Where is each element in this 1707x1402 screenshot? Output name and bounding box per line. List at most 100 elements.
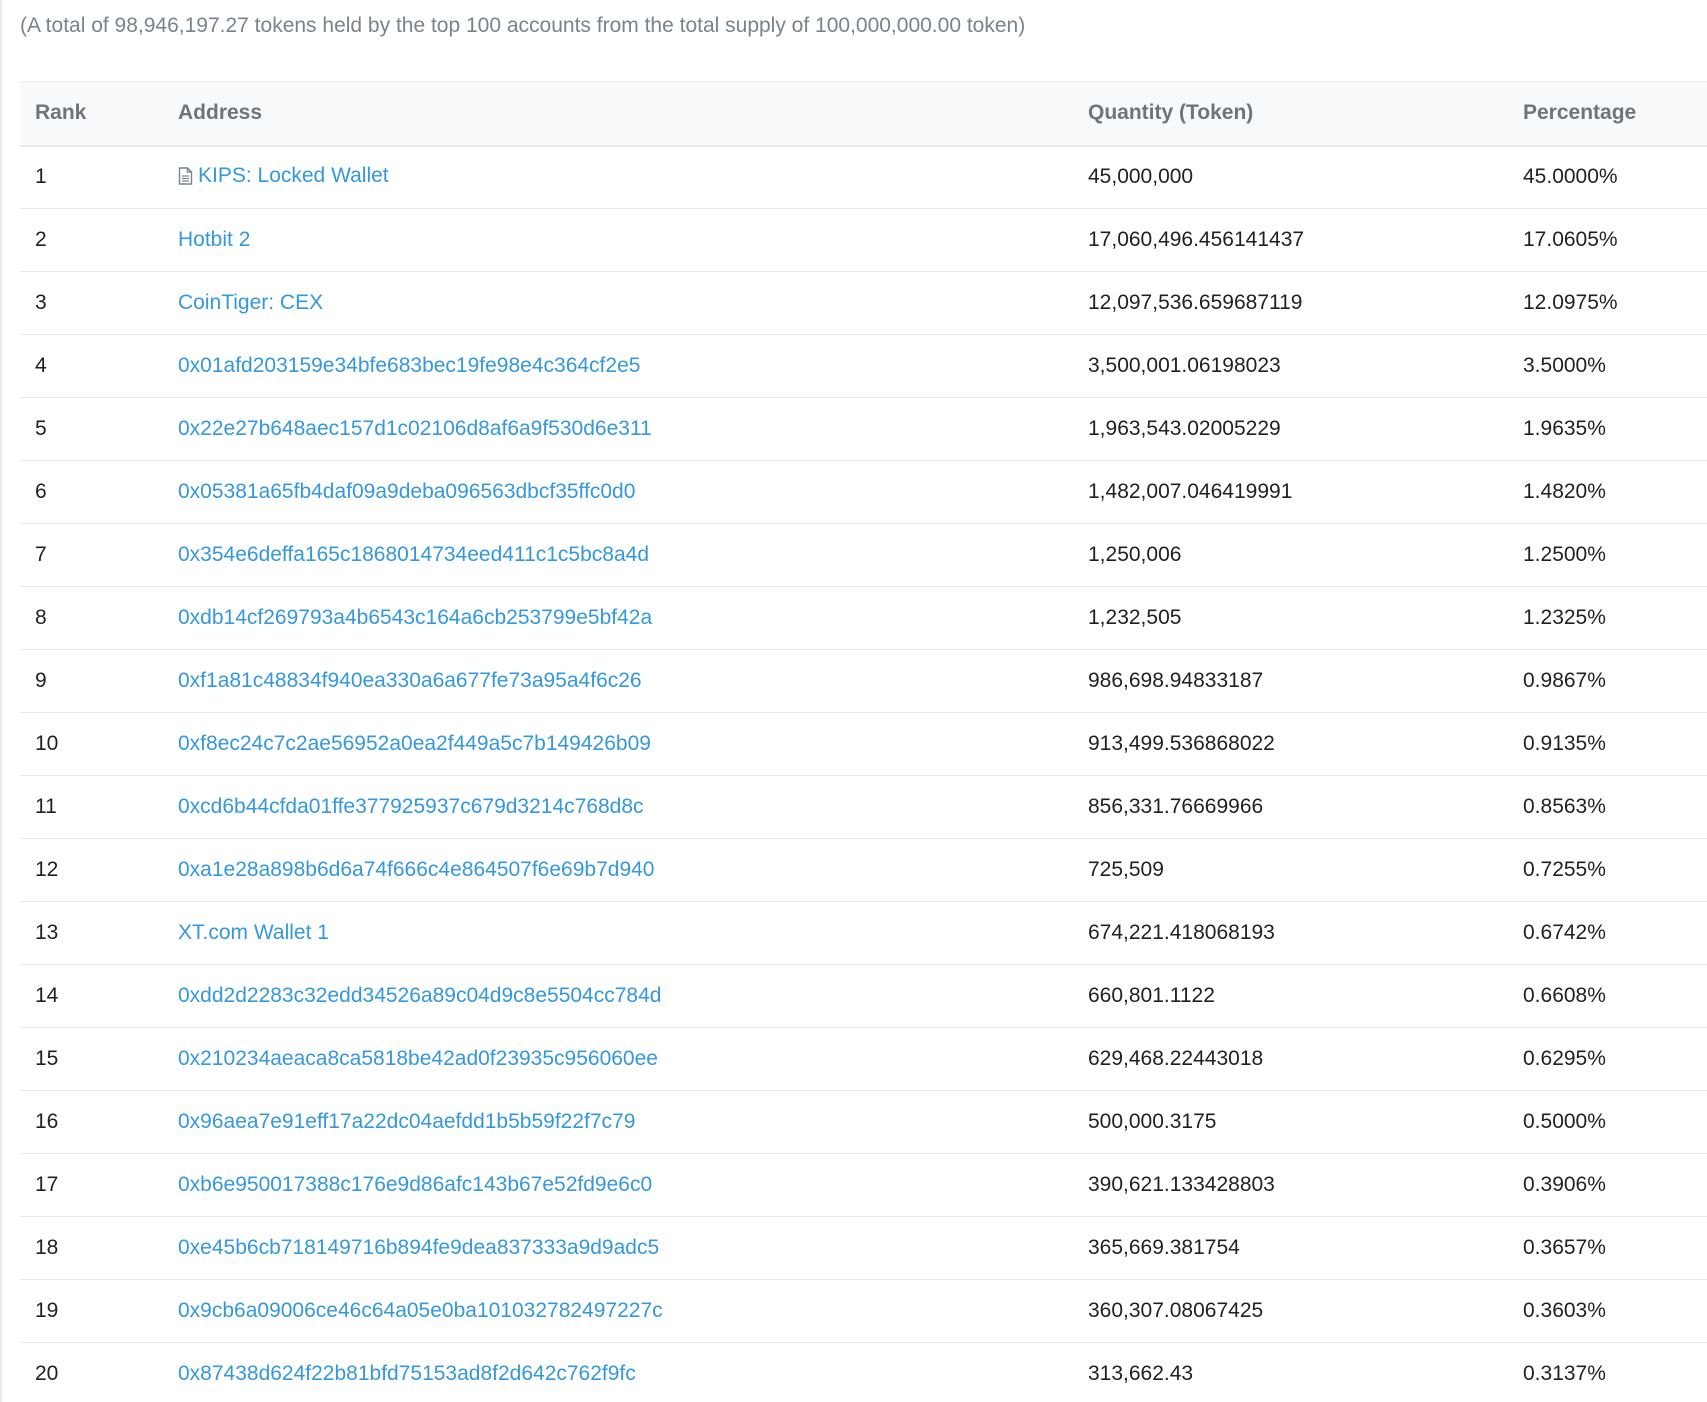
holder-address-link[interactable]: 0x05381a65fb4daf09a9deba096563dbcf35ffc0… [178,480,635,504]
quantity-cell: 725,509 [1088,838,1523,902]
percentage-cell: 0.6295% [1523,1027,1707,1091]
address-wrapper: XT.com Wallet 1 [178,921,329,945]
percentage-cell: 45.0000% [1523,145,1707,209]
holder-address-link[interactable]: KIPS: Locked Wallet [198,164,389,188]
address-cell: CoinTiger: CEX [178,271,1088,335]
table-row: 9 0xf1a81c48834f940ea330a6a677fe73a95a4f6… [20,649,1707,713]
address-cell: 0xb6e950017388c176e9d86afc143b67e52fd9e6… [178,1153,1088,1217]
table-row: 18 0xe45b6cb718149716b894fe9dea837333a9d9… [20,1216,1707,1280]
address-cell: 0xf1a81c48834f940ea330a6a677fe73a95a4f6c… [178,649,1088,713]
holder-address-link[interactable]: 0x354e6deffa165c1868014734eed411c1c5bc8a… [178,543,649,567]
address-wrapper: 0xf8ec24c7c2ae56952a0ea2f449a5c7b149426b… [178,732,651,756]
holder-address-link[interactable]: 0x01afd203159e34bfe683bec19fe98e4c364cf2… [178,354,640,378]
address-cell: 0xe45b6cb718149716b894fe9dea837333a9d9ad… [178,1216,1088,1280]
rank-cell: 13 [20,901,178,965]
quantity-cell: 17,060,496.456141437 [1088,208,1523,272]
holder-address-link[interactable]: 0x22e27b648aec157d1c02106d8af6a9f530d6e3… [178,417,652,441]
table-row: 20 0x87438d624f22b81bfd75153ad8f2d642c762… [20,1342,1707,1402]
quantity-cell: 629,468.22443018 [1088,1027,1523,1091]
holder-address-link[interactable]: 0xb6e950017388c176e9d86afc143b67e52fd9e6… [178,1173,652,1197]
address-wrapper: 0x01afd203159e34bfe683bec19fe98e4c364cf2… [178,354,640,378]
address-wrapper: 0xdd2d2283c32edd34526a89c04d9c8e5504cc78… [178,984,661,1008]
address-wrapper: 0x87438d624f22b81bfd75153ad8f2d642c762f9… [178,1362,636,1386]
percentage-cell: 0.6608% [1523,964,1707,1028]
rank-cell: 5 [20,397,178,461]
rank-cell: 14 [20,964,178,1028]
rank-cell: 18 [20,1216,178,1280]
contract-document-icon [178,167,193,185]
address-wrapper: 0xdb14cf269793a4b6543c164a6cb253799e5bf4… [178,606,652,630]
address-wrapper: 0x354e6deffa165c1868014734eed411c1c5bc8a… [178,543,649,567]
holder-address-link[interactable]: 0xdd2d2283c32edd34526a89c04d9c8e5504cc78… [178,984,661,1008]
address-cell: KIPS: Locked Wallet [178,145,1088,209]
table-body: 1 KIPS: Locked Wallet 45,000,000 45.0000% 2 H… [20,145,1707,1402]
address-wrapper: CoinTiger: CEX [178,291,323,315]
rank-cell: 1 [20,145,178,209]
holder-address-link[interactable]: XT.com Wallet 1 [178,921,329,945]
quantity-cell: 360,307.08067425 [1088,1279,1523,1343]
table-header: Rank Address Quantity (Token) Percentage [20,81,1707,147]
rank-cell: 8 [20,586,178,650]
percentage-cell: 0.9867% [1523,649,1707,713]
table-header-row: Rank Address Quantity (Token) Percentage [20,81,1707,147]
table-row: 14 0xdd2d2283c32edd34526a89c04d9c8e5504cc… [20,964,1707,1028]
percentage-cell: 0.7255% [1523,838,1707,902]
rank-cell: 12 [20,838,178,902]
holder-address-link[interactable]: 0x87438d624f22b81bfd75153ad8f2d642c762f9… [178,1362,636,1386]
holder-address-link[interactable]: Hotbit 2 [178,228,250,252]
table-row: 5 0x22e27b648aec157d1c02106d8af6a9f530d6e… [20,397,1707,461]
percentage-cell: 1.4820% [1523,460,1707,524]
rank-cell: 3 [20,271,178,335]
table-row: 15 0x210234aeaca8ca5818be42ad0f23935c9560… [20,1027,1707,1091]
holder-address-link[interactable]: 0xf1a81c48834f940ea330a6a677fe73a95a4f6c… [178,669,642,693]
address-cell: 0xa1e28a898b6d6a74f666c4e864507f6e69b7d9… [178,838,1088,902]
holder-address-link[interactable]: 0xdb14cf269793a4b6543c164a6cb253799e5bf4… [178,606,652,630]
table-row: 11 0xcd6b44cfda01ffe377925937c679d3214c76… [20,775,1707,839]
holder-address-link[interactable]: 0xe45b6cb718149716b894fe9dea837333a9d9ad… [178,1236,659,1260]
holders-table: Rank Address Quantity (Token) Percentage… [20,81,1707,1402]
address-wrapper: Hotbit 2 [178,228,250,252]
table-row: 8 0xdb14cf269793a4b6543c164a6cb253799e5bf… [20,586,1707,650]
rank-cell: 19 [20,1279,178,1343]
address-wrapper: 0x05381a65fb4daf09a9deba096563dbcf35ffc0… [178,480,635,504]
holder-address-link[interactable]: 0x96aea7e91eff17a22dc04aefdd1b5b59f22f7c… [178,1110,635,1134]
address-cell: Hotbit 2 [178,208,1088,272]
table-row: 1 KIPS: Locked Wallet 45,000,000 45.0000% [20,145,1707,209]
address-cell: 0x22e27b648aec157d1c02106d8af6a9f530d6e3… [178,397,1088,461]
address-cell: 0x210234aeaca8ca5818be42ad0f23935c956060… [178,1027,1088,1091]
percentage-cell: 0.3657% [1523,1216,1707,1280]
quantity-cell: 986,698.94833187 [1088,649,1523,713]
rank-cell: 15 [20,1027,178,1091]
holder-address-link[interactable]: 0xf8ec24c7c2ae56952a0ea2f449a5c7b149426b… [178,732,651,756]
address-wrapper: 0xcd6b44cfda01ffe377925937c679d3214c768d… [178,795,644,819]
percentage-cell: 1.9635% [1523,397,1707,461]
quantity-cell: 390,621.133428803 [1088,1153,1523,1217]
table-row: 17 0xb6e950017388c176e9d86afc143b67e52fd9… [20,1153,1707,1217]
address-cell: 0x96aea7e91eff17a22dc04aefdd1b5b59f22f7c… [178,1090,1088,1154]
left-divider [0,0,2,1402]
quantity-cell: 45,000,000 [1088,145,1523,209]
quantity-cell: 500,000.3175 [1088,1090,1523,1154]
quantity-cell: 1,250,006 [1088,523,1523,587]
percentage-cell: 1.2500% [1523,523,1707,587]
address-cell: 0x05381a65fb4daf09a9deba096563dbcf35ffc0… [178,460,1088,524]
address-cell: 0x01afd203159e34bfe683bec19fe98e4c364cf2… [178,334,1088,398]
holder-address-link[interactable]: 0xa1e28a898b6d6a74f666c4e864507f6e69b7d9… [178,858,654,882]
holder-address-link[interactable]: 0x210234aeaca8ca5818be42ad0f23935c956060… [178,1047,658,1071]
rank-cell: 6 [20,460,178,524]
holder-address-link[interactable]: 0x9cb6a09006ce46c64a05e0ba10103278249722… [178,1299,663,1323]
holder-address-link[interactable]: CoinTiger: CEX [178,291,323,315]
rank-cell: 4 [20,334,178,398]
quantity-cell: 1,232,505 [1088,586,1523,650]
rank-cell: 10 [20,712,178,776]
table-row: 16 0x96aea7e91eff17a22dc04aefdd1b5b59f22f… [20,1090,1707,1154]
holder-address-link[interactable]: 0xcd6b44cfda01ffe377925937c679d3214c768d… [178,795,644,819]
rank-cell: 11 [20,775,178,839]
rank-cell: 17 [20,1153,178,1217]
table-row: 10 0xf8ec24c7c2ae56952a0ea2f449a5c7b14942… [20,712,1707,776]
quantity-cell: 3,500,001.06198023 [1088,334,1523,398]
quantity-cell: 674,221.418068193 [1088,901,1523,965]
address-cell: 0xf8ec24c7c2ae56952a0ea2f449a5c7b149426b… [178,712,1088,776]
quantity-cell: 313,662.43 [1088,1342,1523,1402]
percentage-cell: 17.0605% [1523,208,1707,272]
